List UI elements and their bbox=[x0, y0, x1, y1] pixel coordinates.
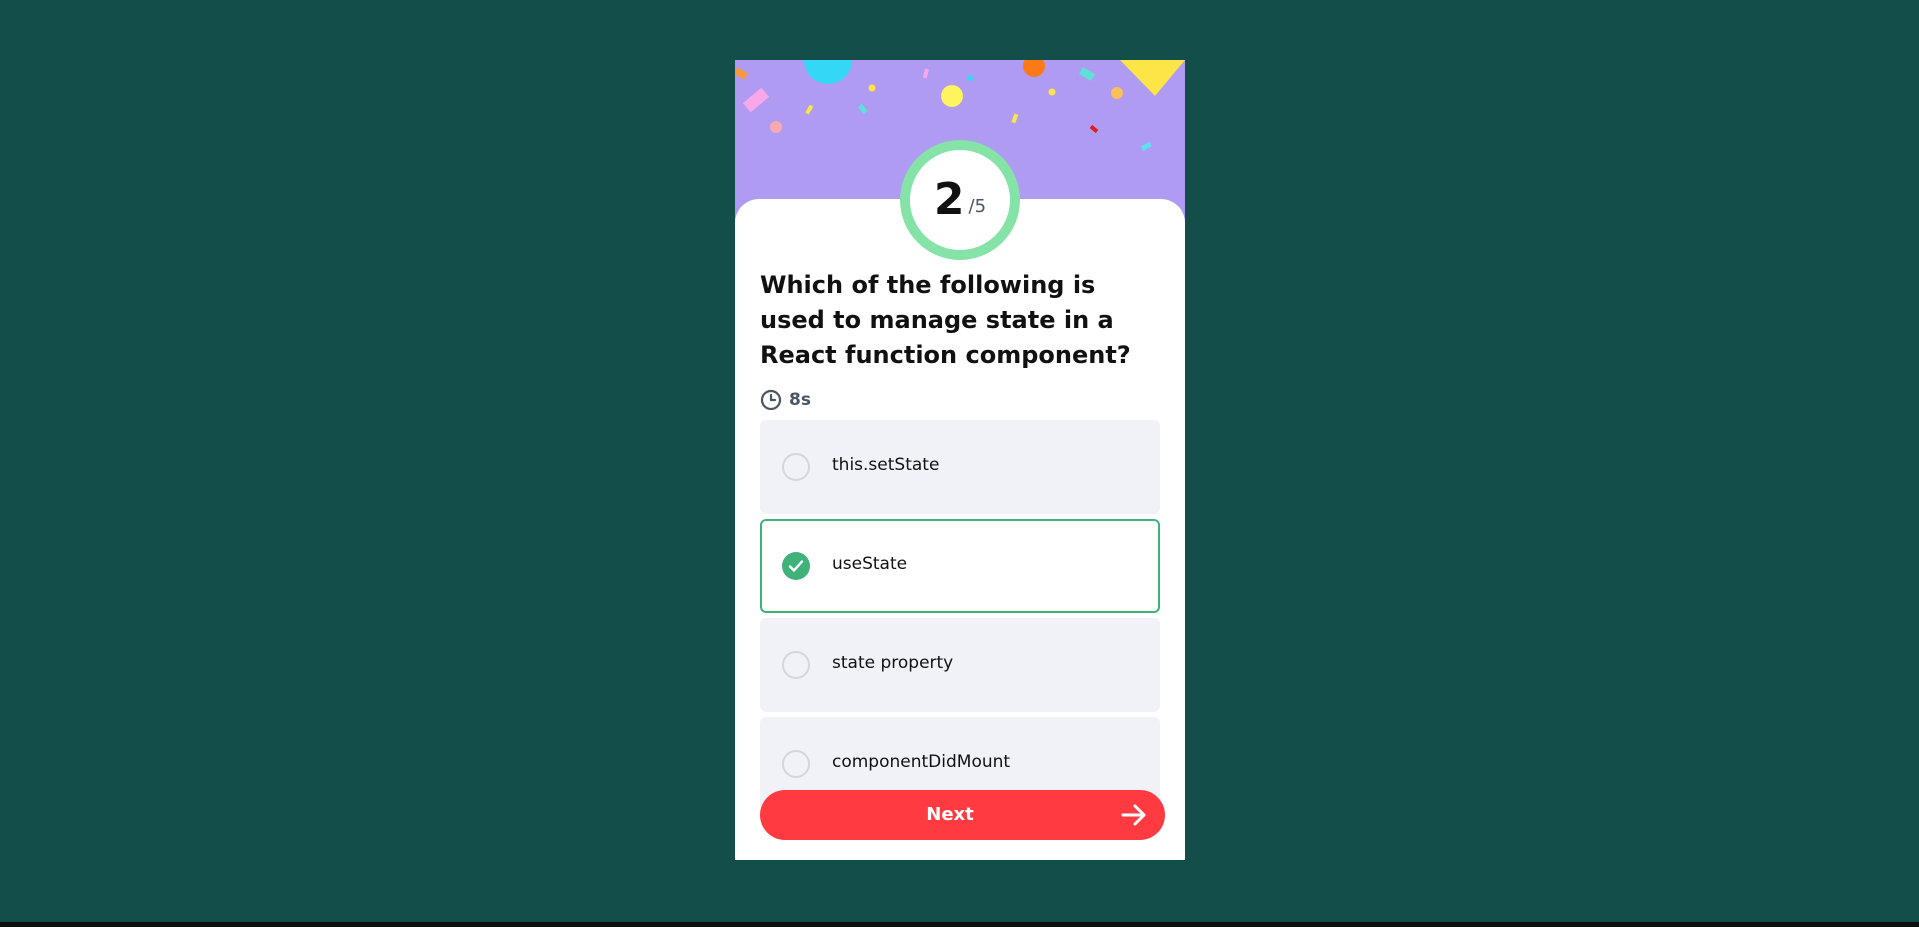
arrow-right-icon bbox=[1121, 804, 1146, 826]
next-button[interactable]: Next bbox=[760, 790, 1165, 840]
answer-option-label: state property bbox=[832, 653, 954, 673]
clock-icon bbox=[760, 389, 782, 411]
answer-option-label: this.setState bbox=[832, 455, 940, 475]
question-text: Which of the following is used to manage… bbox=[760, 271, 1131, 369]
radio-unchecked-icon[interactable] bbox=[782, 750, 810, 778]
checkmark-icon bbox=[788, 560, 804, 572]
radio-unchecked-icon[interactable] bbox=[782, 651, 810, 679]
current-question-number: 2 bbox=[933, 174, 965, 225]
answer-option[interactable]: state property bbox=[760, 618, 1160, 712]
total-questions: /5 bbox=[968, 195, 987, 217]
quiz-card: 2 /5 Which of the following is used to m… bbox=[735, 60, 1185, 860]
radio-unchecked-icon[interactable] bbox=[782, 453, 810, 481]
next-button-label: Next bbox=[926, 804, 974, 825]
answer-option[interactable]: this.setState bbox=[760, 420, 1160, 514]
answer-options: this.setState useState state property co… bbox=[760, 420, 1160, 816]
countdown-timer: 8s bbox=[760, 388, 811, 412]
answer-option-label: componentDidMount bbox=[832, 752, 1011, 772]
answer-option-label: useState bbox=[832, 554, 908, 574]
radio-checked-icon[interactable] bbox=[782, 552, 810, 580]
answer-option-selected[interactable]: useState bbox=[760, 519, 1160, 613]
bottom-edge bbox=[0, 922, 1919, 927]
question-progress-ring: 2 /5 bbox=[900, 140, 1020, 260]
timer-value: 8s bbox=[789, 390, 811, 410]
